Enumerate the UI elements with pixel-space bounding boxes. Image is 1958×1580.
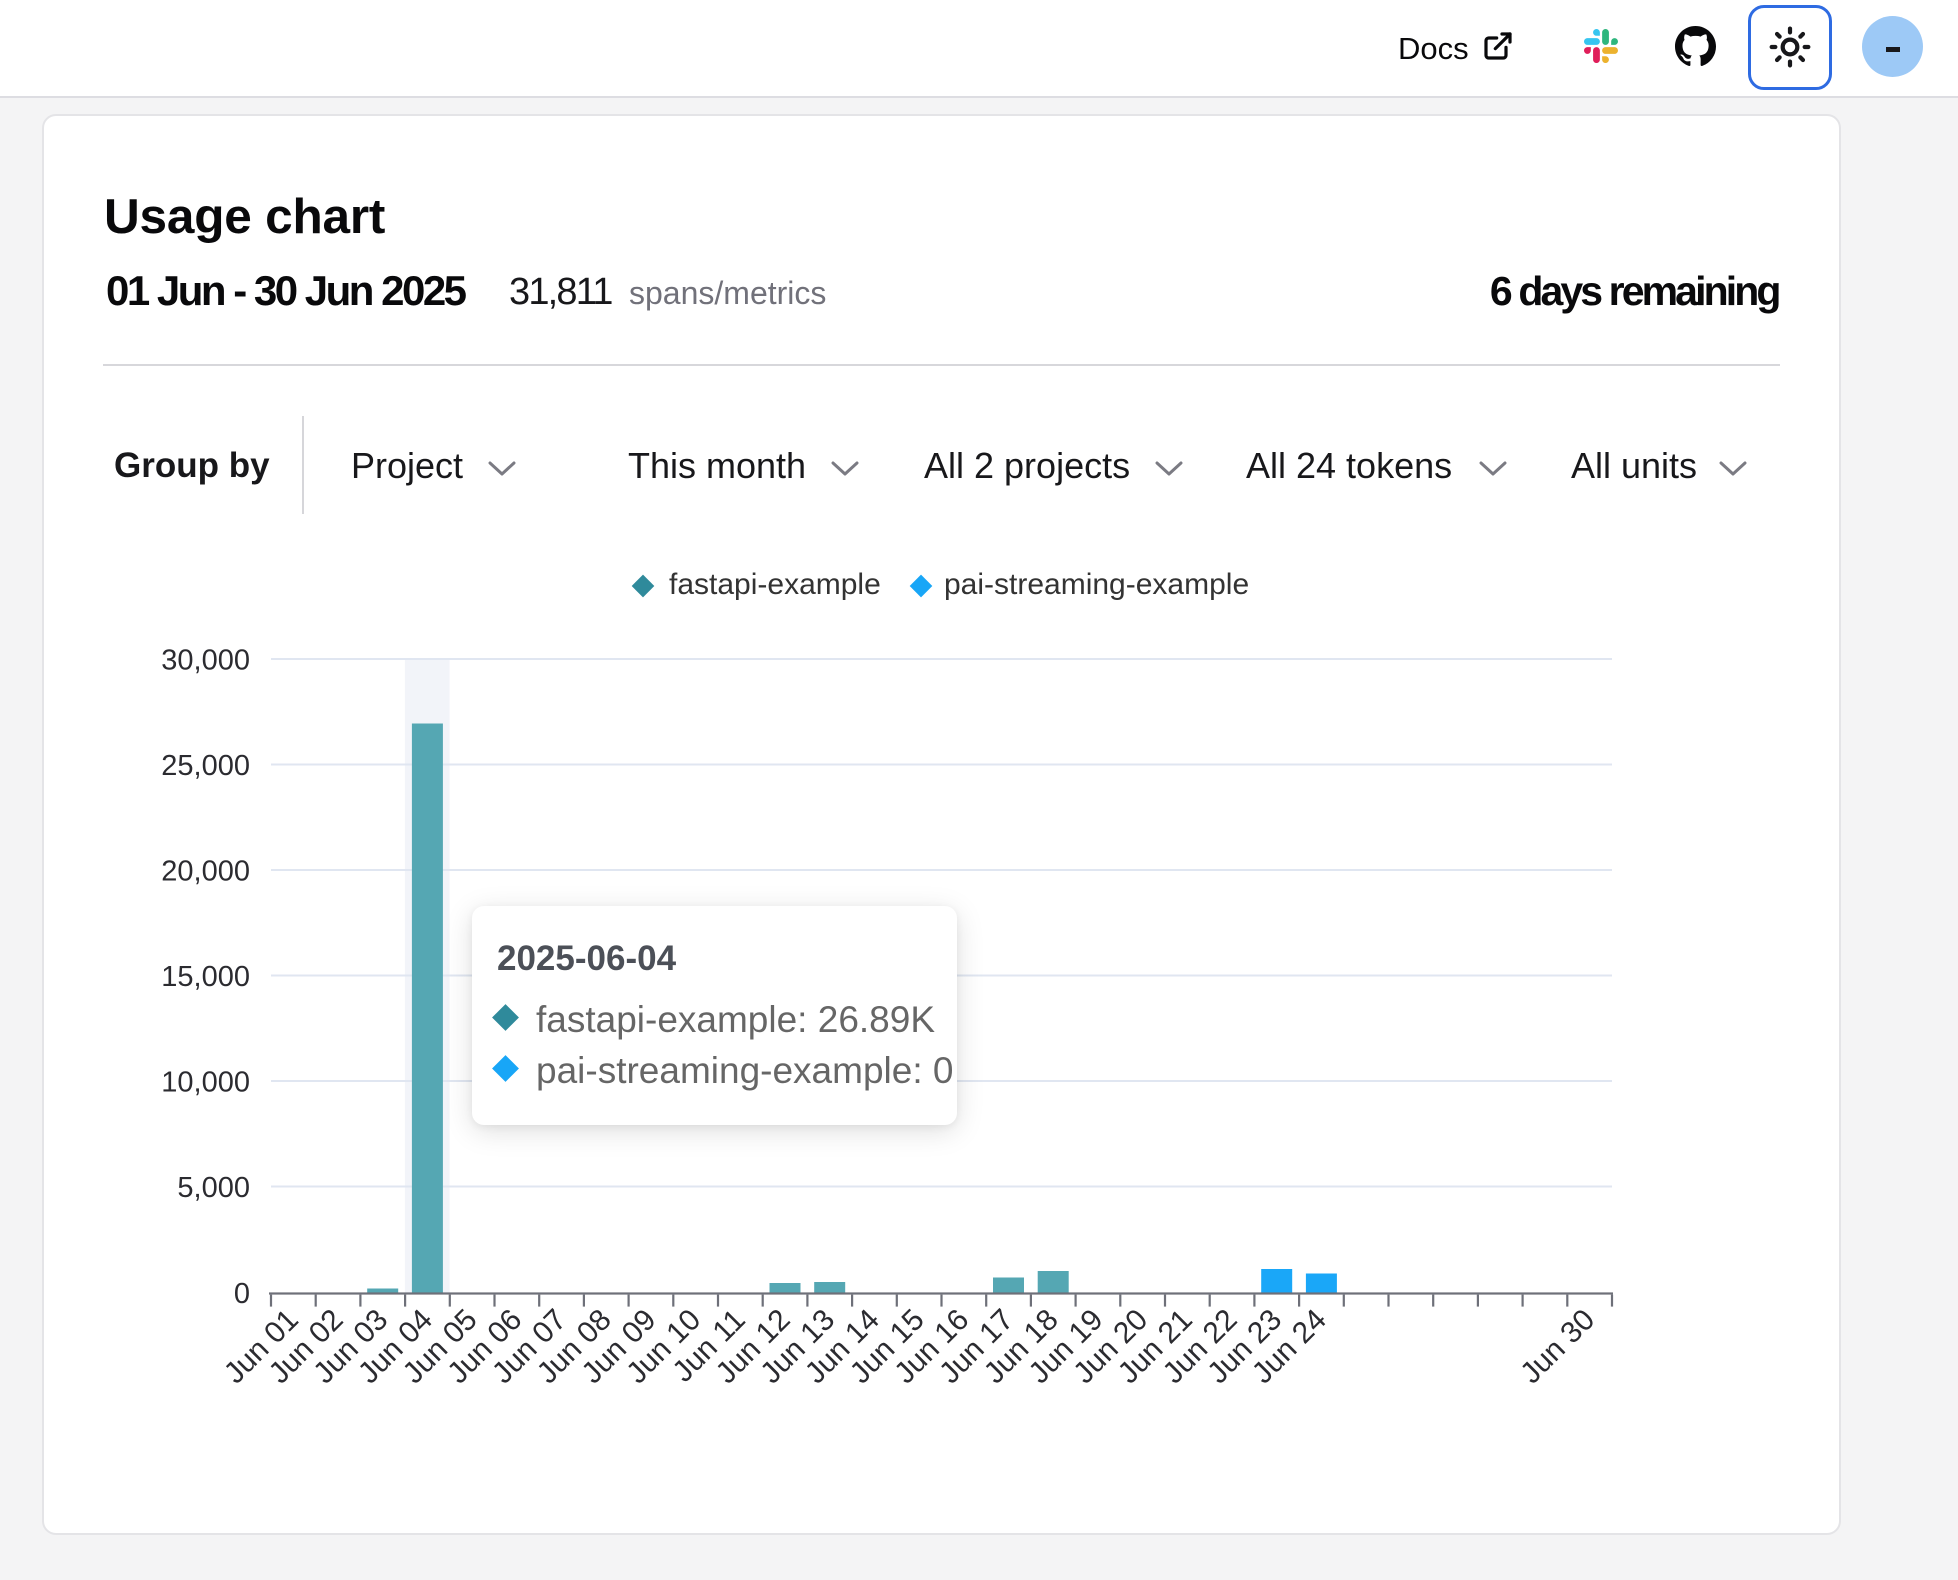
svg-text:25,000: 25,000 [161,750,250,782]
svg-text:Jun 30: Jun 30 [1514,1303,1601,1390]
svg-text:30,000: 30,000 [161,645,250,677]
svg-text:0: 0 [234,1278,250,1310]
svg-text:20,000: 20,000 [161,856,250,888]
svg-text:5,000: 5,000 [177,1172,250,1204]
svg-text:10,000: 10,000 [161,1067,250,1099]
svg-text:15,000: 15,000 [161,961,250,993]
